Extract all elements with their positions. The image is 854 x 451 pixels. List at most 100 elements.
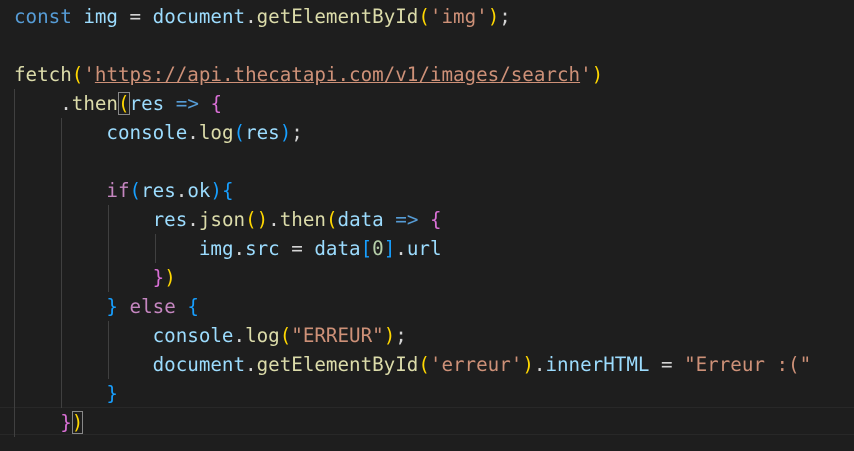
code-token: . xyxy=(533,353,546,376)
code-token: } xyxy=(106,295,118,318)
code-token: ok xyxy=(187,179,211,202)
code-token: https://api.thecatapi.com/v1/images/sear… xyxy=(94,63,581,86)
code-token: = xyxy=(117,5,153,28)
code-token: { xyxy=(221,179,234,202)
code-token: ; xyxy=(395,324,407,347)
code-line[interactable]: console.log("ERREUR"); xyxy=(14,321,811,350)
code-token: ( xyxy=(325,208,338,231)
code-line[interactable]: } else { xyxy=(14,292,811,321)
code-token: ( xyxy=(279,324,292,347)
code-token: ' xyxy=(83,63,95,86)
code-token: 'erreur' xyxy=(429,353,523,376)
code-line[interactable]: }) xyxy=(14,408,811,437)
code-line[interactable]: fetch('https://api.thecatapi.com/v1/imag… xyxy=(14,60,811,89)
code-line[interactable]: }) xyxy=(14,263,811,292)
code-token: data xyxy=(314,237,361,260)
code-token: document xyxy=(152,353,246,376)
code-token: ) xyxy=(210,179,222,202)
code-token: => xyxy=(175,92,199,115)
code-token: ) xyxy=(164,266,176,289)
code-token: { xyxy=(429,208,442,231)
code-token: ] xyxy=(383,237,396,260)
code-token: const xyxy=(14,5,72,28)
code-line[interactable]: const img = document.getElementById('img… xyxy=(14,2,811,31)
code-token: . xyxy=(14,92,72,115)
code-token: then xyxy=(279,208,326,231)
code-token: . xyxy=(395,237,407,260)
code-token: 'img' xyxy=(429,5,488,28)
code-token: then xyxy=(71,92,118,115)
code-token: 0 xyxy=(372,237,384,260)
code-token: getElementById xyxy=(256,5,419,28)
code-token: res xyxy=(245,121,280,144)
code-line[interactable] xyxy=(14,31,811,60)
code-token: "Erreur :(" xyxy=(684,353,812,376)
code-token: innerHTML xyxy=(545,353,650,376)
code-lines[interactable]: const img = document.getElementById('img… xyxy=(14,2,811,437)
code-token: res xyxy=(141,179,176,202)
code-token: res xyxy=(129,92,165,115)
code-token: else xyxy=(129,295,176,318)
code-line[interactable]: if(res.ok){ xyxy=(14,176,811,205)
code-token: } xyxy=(106,382,118,405)
code-token: img xyxy=(198,237,234,260)
code-token: () xyxy=(245,208,269,231)
code-token: ( xyxy=(418,5,430,28)
code-token: } xyxy=(152,266,165,289)
code-token: url xyxy=(406,237,442,260)
code-token: ( xyxy=(117,92,130,115)
code-editor[interactable]: const img = document.getElementById('img… xyxy=(0,0,854,451)
code-token: . xyxy=(175,179,188,202)
code-token: ' xyxy=(580,63,592,86)
code-token: "ERREUR" xyxy=(291,324,384,347)
code-token: ( xyxy=(71,63,84,86)
code-line[interactable]: } xyxy=(14,379,811,408)
code-line[interactable]: document.getElementById('erreur').innerH… xyxy=(14,350,812,379)
code-token: fetch xyxy=(14,63,72,86)
code-token: [ xyxy=(360,237,373,260)
code-token: . xyxy=(187,121,199,144)
code-token: ) xyxy=(71,411,84,434)
code-line[interactable]: .then(res => { xyxy=(14,89,811,118)
code-token: data xyxy=(337,208,384,231)
code-token: res xyxy=(152,208,188,231)
code-line[interactable]: img.src = data[0].url xyxy=(14,234,811,263)
code-token: . xyxy=(233,237,246,260)
code-line[interactable]: console.log(res); xyxy=(14,118,811,147)
code-token: ; xyxy=(291,121,303,144)
code-token: ( xyxy=(233,121,246,144)
code-token: . xyxy=(245,353,257,376)
code-token: . xyxy=(187,208,199,231)
code-token: => xyxy=(395,208,419,231)
code-token: } xyxy=(60,411,72,434)
code-token: ( xyxy=(418,353,430,376)
code-token: src xyxy=(245,237,280,260)
code-line[interactable]: res.json().then(data => { xyxy=(14,205,811,234)
code-token: . xyxy=(268,208,280,231)
code-token: getElementById xyxy=(256,353,419,376)
code-token: . xyxy=(233,324,246,347)
code-token: ) xyxy=(383,324,396,347)
code-token: json xyxy=(198,208,246,231)
code-token: ) xyxy=(522,353,534,376)
code-token: log xyxy=(198,121,234,144)
code-line[interactable] xyxy=(14,147,811,176)
code-token: ) xyxy=(591,63,604,86)
code-token: ; xyxy=(499,5,511,28)
